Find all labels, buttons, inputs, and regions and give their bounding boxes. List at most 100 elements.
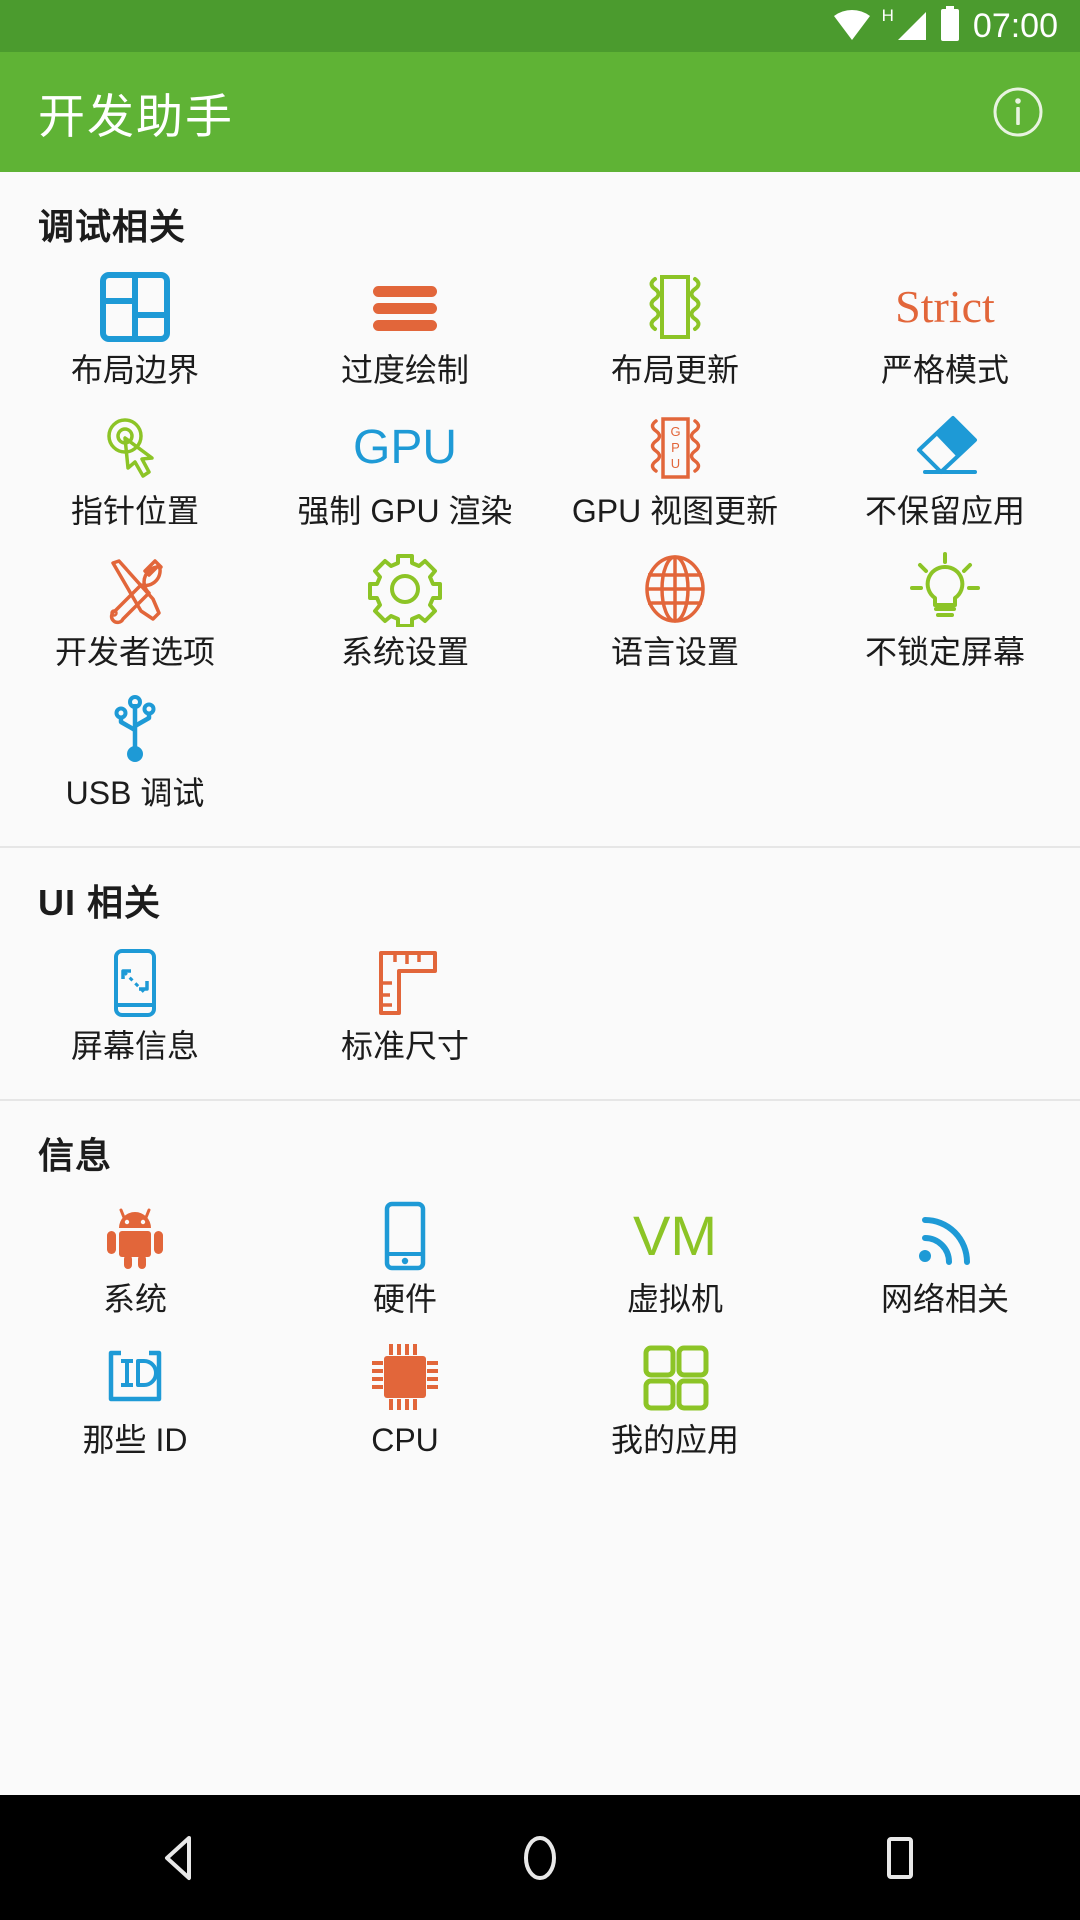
gear-icon xyxy=(270,550,540,628)
grid-item-ids[interactable]: 那些 ID xyxy=(0,1332,270,1473)
id-icon xyxy=(0,1338,270,1416)
status-icon-group: H xyxy=(832,5,961,47)
grid-item-label: 屏幕信息 xyxy=(70,1028,199,1064)
section-debug: 调试相关 布局边界 过度绘制 布局更新 Strict 严格模式 指针位置 GPU… xyxy=(0,172,1080,846)
battery-icon xyxy=(939,5,961,47)
signal-icon: H xyxy=(881,6,929,43)
apps-grid-icon xyxy=(540,1338,810,1416)
grid-item-label: 强制 GPU 渲染 xyxy=(297,493,513,529)
grid-item-language-settings[interactable]: 语言设置 xyxy=(540,544,810,685)
network-type-label: H xyxy=(881,6,894,25)
tools-icon xyxy=(0,550,270,628)
grid-item-label: 虚拟机 xyxy=(626,1281,723,1317)
pointer-location-icon xyxy=(0,409,270,487)
grid-item-label: 不保留应用 xyxy=(864,493,1025,529)
gpu-view-update-icon: G P U xyxy=(540,409,810,487)
wifi-arc-icon xyxy=(810,1197,1080,1275)
wifi-icon xyxy=(832,7,872,46)
gpu-label: GPU xyxy=(352,421,457,474)
grid-item-force-gpu[interactable]: GPU 强制 GPU 渲染 xyxy=(270,403,540,544)
grid-item-label: 过度绘制 xyxy=(340,352,469,388)
svg-text:P: P xyxy=(671,440,680,455)
recents-square-icon[interactable] xyxy=(825,1795,975,1920)
usb-icon xyxy=(0,691,270,769)
grid-item-label: GPU 视图更新 xyxy=(571,493,779,529)
grid-ui: 屏幕信息 标准尺寸 xyxy=(0,938,1080,1079)
section-title-ui: UI 相关 xyxy=(38,882,162,923)
grid-item-label: 那些 ID xyxy=(82,1422,188,1458)
grid-item-placeholder xyxy=(810,938,1080,1079)
grid-item-label: 系统 xyxy=(102,1281,167,1317)
grid-item-label: 我的应用 xyxy=(610,1422,739,1458)
grid-item-label: 系统设置 xyxy=(340,634,469,670)
strict-text-icon: Strict xyxy=(810,268,1080,346)
grid-item-label: USB 调试 xyxy=(65,775,205,811)
grid-item-placeholder xyxy=(810,1332,1080,1473)
grid-item-overdraw[interactable]: 过度绘制 xyxy=(270,262,540,403)
grid-item-label: 网络相关 xyxy=(880,1281,1009,1317)
grid-item-pointer-location[interactable]: 指针位置 xyxy=(0,403,270,544)
ruler-icon xyxy=(270,944,540,1022)
grid-item-label: 语言设置 xyxy=(610,634,739,670)
grid-item-label: 布局更新 xyxy=(610,352,739,388)
section-info: 信息 系统 硬件 VM 虚拟机 网络相关 那些 ID CPU 我的应用 xyxy=(0,1099,1080,1479)
grid-item-label: 指针位置 xyxy=(70,493,199,529)
grid-item-network[interactable]: 网络相关 xyxy=(810,1191,1080,1332)
grid-item-label: 标准尺寸 xyxy=(340,1028,469,1064)
app-bar: 开发助手 xyxy=(0,52,1080,172)
grid-item-virtual-machine[interactable]: VM 虚拟机 xyxy=(540,1191,810,1332)
section-title-debug: 调试相关 xyxy=(38,206,187,247)
navigation-bar xyxy=(0,1795,1080,1920)
strict-label: Strict xyxy=(895,281,995,332)
grid-item-gpu-view-update[interactable]: G P U GPU 视图更新 xyxy=(540,403,810,544)
grid-item-strict-mode[interactable]: Strict 严格模式 xyxy=(810,262,1080,403)
grid-item-screen-info[interactable]: 屏幕信息 xyxy=(0,938,270,1079)
grid-item-keep-screen-on[interactable]: 不锁定屏幕 xyxy=(810,544,1080,685)
status-bar: H 07:00 xyxy=(0,0,1080,52)
vm-label: VM xyxy=(633,1204,717,1267)
grid-item-layout-update[interactable]: 布局更新 xyxy=(540,262,810,403)
gpu-text-icon: GPU xyxy=(270,409,540,487)
grid-item-label: 硬件 xyxy=(372,1281,437,1317)
layout-update-icon xyxy=(540,268,810,346)
grid-item-usb-debug[interactable]: USB 调试 xyxy=(0,685,270,826)
grid-item-system-settings[interactable]: 系统设置 xyxy=(270,544,540,685)
grid-item-label: CPU xyxy=(371,1422,439,1458)
section-title-info: 信息 xyxy=(38,1135,113,1176)
globe-icon xyxy=(540,550,810,628)
grid-item-standard-size[interactable]: 标准尺寸 xyxy=(270,938,540,1079)
grid-item-my-apps[interactable]: 我的应用 xyxy=(540,1332,810,1473)
grid-item-placeholder xyxy=(540,938,810,1079)
eraser-icon xyxy=(810,409,1080,487)
cpu-chip-icon xyxy=(270,1338,540,1416)
svg-text:G: G xyxy=(670,424,680,439)
grid-item-label: 布局边界 xyxy=(70,352,199,388)
app-title: 开发助手 xyxy=(38,89,234,143)
svg-text:U: U xyxy=(671,456,680,471)
grid-item-hardware[interactable]: 硬件 xyxy=(270,1191,540,1332)
grid-item-label: 开发者选项 xyxy=(54,634,215,670)
grid-info: 系统 硬件 VM 虚拟机 网络相关 那些 ID CPU 我的应用 xyxy=(0,1191,1080,1473)
phone-icon xyxy=(270,1197,540,1275)
grid-debug: 布局边界 过度绘制 布局更新 Strict 严格模式 指针位置 GPU 强制 G… xyxy=(0,262,1080,826)
back-triangle-icon[interactable] xyxy=(105,1795,255,1920)
grid-item-developer-options[interactable]: 开发者选项 xyxy=(0,544,270,685)
grid-item-system[interactable]: 系统 xyxy=(0,1191,270,1332)
main-content: 调试相关 布局边界 过度绘制 布局更新 Strict 严格模式 指针位置 GPU… xyxy=(0,172,1080,1795)
home-circle-icon[interactable] xyxy=(465,1795,615,1920)
grid-item-dont-keep-activities[interactable]: 不保留应用 xyxy=(810,403,1080,544)
layout-bounds-icon xyxy=(0,268,270,346)
section-ui: UI 相关 屏幕信息 标准尺寸 xyxy=(0,846,1080,1099)
info-icon[interactable] xyxy=(990,84,1046,140)
overdraw-icon xyxy=(270,268,540,346)
grid-item-cpu[interactable]: CPU xyxy=(270,1332,540,1473)
vm-text-icon: VM xyxy=(540,1197,810,1275)
grid-item-label: 严格模式 xyxy=(880,352,1009,388)
grid-item-label: 不锁定屏幕 xyxy=(864,634,1025,670)
phone-screen: H 07:00 开发助手 调试相关 布局边界 过度绘制 布局更新 Strict … xyxy=(0,0,1080,1920)
grid-item-layout-bounds[interactable]: 布局边界 xyxy=(0,262,270,403)
android-icon xyxy=(0,1197,270,1275)
lightbulb-icon xyxy=(810,550,1080,628)
